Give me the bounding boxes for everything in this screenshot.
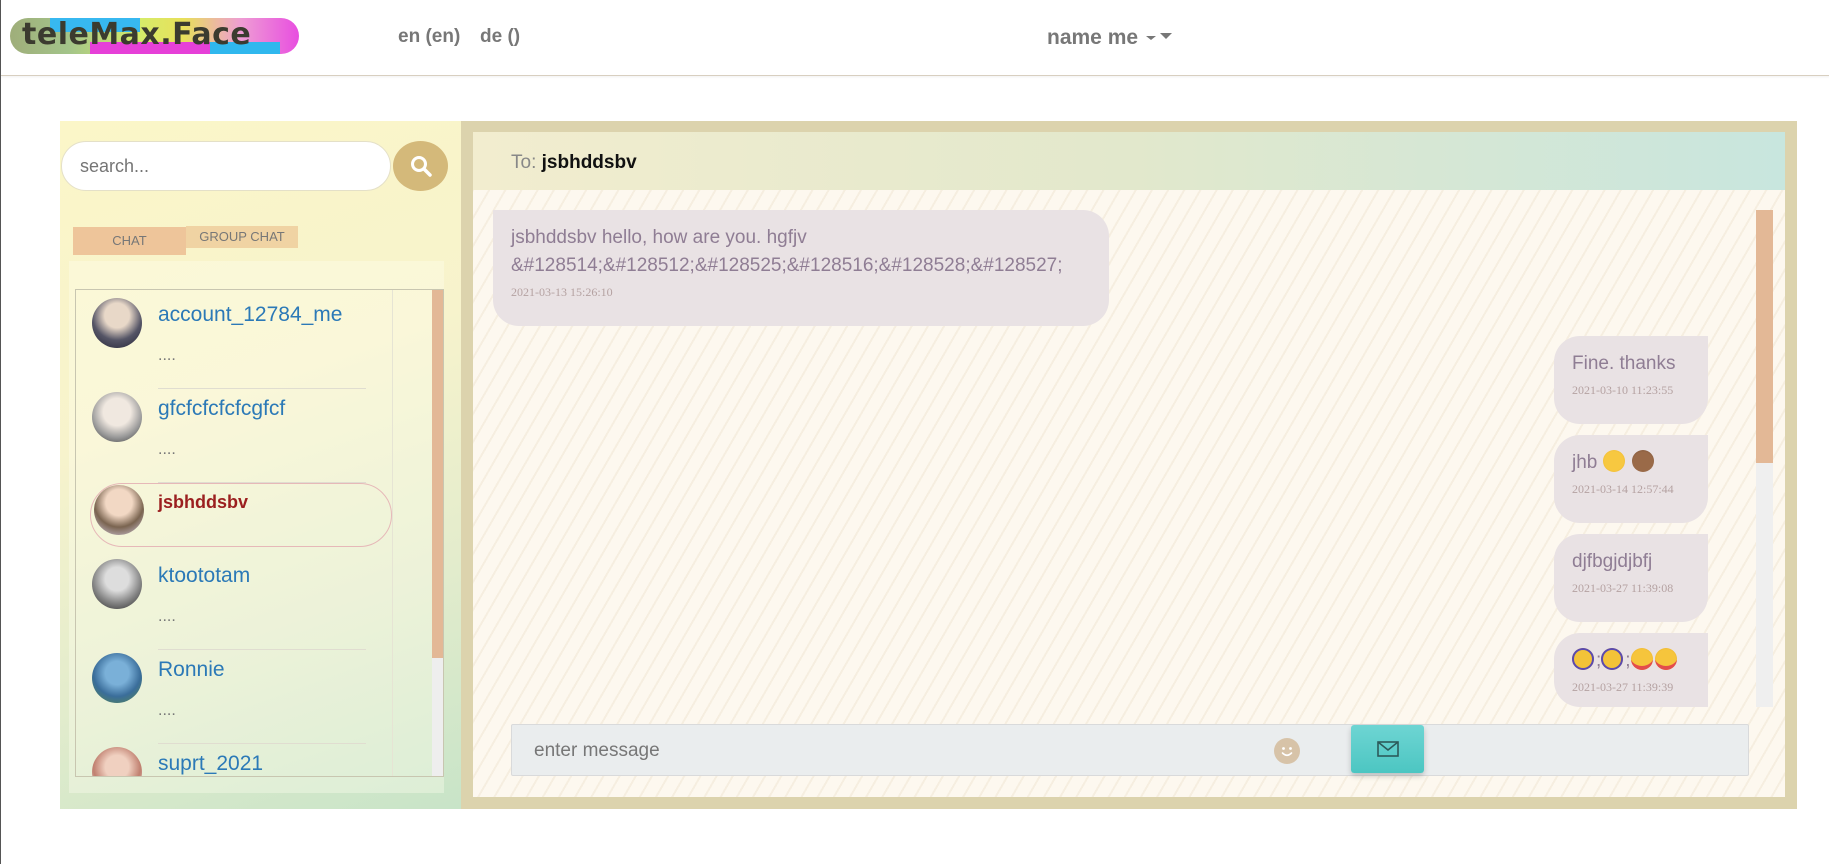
search-input[interactable] — [61, 141, 391, 191]
top-navbar: teleMax.Face en (en) de () name me — [1, 0, 1829, 76]
search-button[interactable] — [393, 141, 448, 191]
message-incoming: jsbhddsbv hello, how are you. hgfjv &#12… — [493, 210, 1109, 326]
avatar — [92, 298, 142, 348]
avatar — [94, 485, 144, 535]
contact-preview: .... — [158, 441, 176, 458]
message-timestamp: 2021-03-27 11:39:08 — [1572, 581, 1674, 595]
message-timestamp: 2021-03-27 11:39:39 — [1572, 680, 1674, 694]
user-name: name me — [1047, 26, 1139, 49]
language-en-link[interactable]: en (en) — [398, 25, 460, 49]
chat-app: CHAT GROUP CHAT account_12784_me .... gf… — [60, 121, 1797, 809]
message-text: djfbgjdjbfj — [1572, 551, 1653, 572]
message-text: jhb — [1572, 452, 1598, 473]
avatar — [92, 392, 142, 442]
message-timestamp: 2021-03-10 11:23:55 — [1572, 383, 1674, 397]
list-item[interactable]: suprt_2021 — [76, 743, 392, 776]
contact-name[interactable]: Ronnie — [158, 657, 225, 683]
message-text: Fine. thanks — [1572, 353, 1676, 374]
contact-preview: .... — [158, 347, 176, 364]
contact-name[interactable]: account_12784_me — [158, 302, 342, 328]
messages-scrollbar-thumb[interactable] — [1756, 210, 1773, 463]
bear-face-icon — [1631, 450, 1654, 472]
tab-chat[interactable]: CHAT — [73, 227, 186, 255]
smiling-face-with-hearts-icon — [1602, 450, 1625, 472]
face-with-monocle-icon — [1601, 648, 1624, 670]
message-timestamp: 2021-03-14 12:57:44 — [1572, 482, 1674, 496]
contact-name[interactable]: suprt_2021 — [158, 751, 263, 776]
recipient-label: To: jsbhddsbv — [511, 152, 637, 174]
message-input[interactable]: enter message — [534, 725, 660, 777]
star-struck-icon — [1630, 648, 1653, 670]
brand-logo-text: teleMax.Face — [22, 18, 252, 52]
list-item-active[interactable]: jsbhddsbv — [76, 483, 392, 558]
contact-preview: .... — [158, 608, 176, 625]
contacts-panel: CHAT GROUP CHAT account_12784_me .... gf… — [60, 121, 461, 809]
conversation-panel: To: jsbhddsbv jsbhddsbv hello, how are y… — [473, 132, 1785, 797]
contact-name[interactable]: ktoototam — [158, 563, 250, 589]
caret-down-icon — [1146, 36, 1157, 40]
list-item[interactable]: account_12784_me .... — [76, 294, 392, 389]
contact-name[interactable]: jsbhddsbv — [158, 491, 248, 513]
brand-logo[interactable]: teleMax.Face — [10, 18, 299, 54]
contacts-list[interactable]: account_12784_me .... gfcfcfcfcfcgfcf ..… — [75, 289, 444, 777]
avatar — [92, 747, 142, 776]
smiley-icon — [1277, 741, 1297, 761]
list-item[interactable]: ktoototam .... — [76, 555, 392, 650]
message-timestamp: 2021-03-13 15:26:10 — [511, 285, 613, 299]
message-outgoing: jhb 2021-03-14 12:57:44 — [1554, 435, 1708, 523]
chevron-down-icon — [1160, 33, 1173, 39]
message-outgoing: ;;;; 2021-03-27 11:39:39 — [1554, 633, 1708, 707]
contacts-scrollbar-thumb[interactable] — [432, 290, 443, 658]
message-outgoing: Fine. thanks 2021-03-10 11:23:55 — [1554, 336, 1708, 424]
message-text-line2: &#128514;&#128512;&#128525;&#128516;&#12… — [511, 255, 1063, 276]
language-de-link[interactable]: de () — [480, 25, 520, 49]
tab-group-chat[interactable]: GROUP CHAT — [186, 226, 298, 248]
list-item[interactable]: Ronnie .... — [76, 649, 392, 744]
avatar — [92, 653, 142, 703]
star-struck-icon — [1654, 648, 1677, 670]
face-with-monocle-icon — [1572, 648, 1594, 670]
avatar — [92, 559, 142, 609]
message-composer[interactable]: enter message — [511, 724, 1749, 776]
search-icon — [410, 156, 432, 177]
emoji-picker-button[interactable] — [1274, 738, 1300, 764]
conversation-header: To: jsbhddsbv — [473, 132, 1785, 190]
recipient-name: jsbhddsbv — [541, 152, 637, 173]
message-outgoing: djfbgjdjbfj 2021-03-27 11:39:08 — [1554, 534, 1708, 622]
contact-preview: .... — [158, 702, 176, 719]
envelope-icon — [1376, 741, 1399, 757]
list-item[interactable]: gfcfcfcfcfcgfcf .... — [76, 388, 392, 483]
contact-name[interactable]: gfcfcfcfcfcgfcf — [158, 396, 285, 422]
to-label: To: — [511, 152, 537, 173]
user-menu-dropdown[interactable]: name me — [1047, 25, 1173, 51]
send-button[interactable] — [1351, 725, 1424, 773]
message-text: jsbhddsbv hello, how are you. hgfjv — [511, 227, 807, 248]
